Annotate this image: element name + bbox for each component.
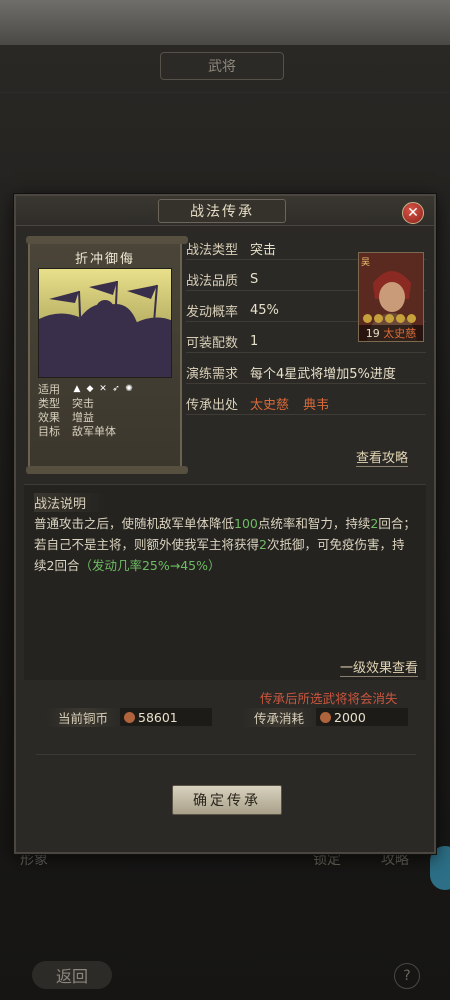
warning-text: 传承后所选武将将会消失 (260, 691, 398, 706)
description-panel: 战法说明 普通攻击之后，使随机敌军单体降低100点统率和智力，持续2回合；若自己… (24, 484, 426, 680)
help-icon[interactable]: ? (394, 963, 420, 989)
general-portrait[interactable]: 吴 19 太史慈 (358, 252, 424, 342)
stat-row-applicable: 适用 ▲ ◆ ✕ ➶ ✺ (38, 382, 172, 396)
desc-text: 点统率和智力，持续 (257, 516, 371, 531)
info-label: 战法品质 (186, 274, 239, 289)
stat-row-target: 目标 敌军单体 (38, 424, 172, 438)
arrow-icon: ➶ (112, 384, 120, 394)
skill-name: 折冲御侮 (74, 252, 135, 267)
general-level: 19 (365, 327, 380, 340)
info-label: 发动概率 (186, 305, 239, 320)
star-icon (374, 314, 383, 323)
star-icon (385, 314, 394, 323)
shield-icon: ◆ (86, 384, 94, 394)
copper-label: 当前铜币 (46, 707, 120, 727)
general-level-label: 19 太史慈 (359, 325, 423, 341)
stat-row-effect: 效果 增益 (38, 410, 172, 424)
cost-label: 传承消耗 (242, 707, 316, 727)
info-row-training: 演练需求 每个4星武将增加5%进度 (186, 362, 426, 384)
dialog-title: 战法传承 (158, 199, 286, 223)
source-general-link[interactable]: 太史慈 (250, 398, 289, 413)
info-value: 太史慈 典韦 (246, 394, 426, 413)
scroll-rod-bottom (26, 466, 188, 474)
desc-number: 2 (259, 537, 267, 552)
star-icon (363, 314, 372, 323)
general-name: 太史慈 (383, 327, 417, 340)
view-guide-link[interactable]: 查看攻略 (356, 447, 409, 467)
level-one-effect-link[interactable]: 一级效果查看 (340, 657, 419, 677)
troop-type-icons: ▲ ◆ ✕ ➶ ✺ (72, 384, 134, 394)
divider (0, 92, 450, 93)
current-copper-row: 当前铜币 58601 (46, 707, 212, 727)
copper-value: 58601 (120, 708, 212, 726)
copper-coin-icon (320, 711, 331, 723)
wheel-icon: ✺ (125, 384, 133, 394)
desc-text: 普通攻击之后，使随机敌军单体降低 (34, 516, 235, 531)
info-row-source: 传承出处 太史慈 典韦 (186, 393, 426, 415)
confirm-inherit-button[interactable]: 确定传承 (172, 785, 282, 815)
info-label: 传承出处 (186, 398, 239, 413)
page-title: 武将 (160, 52, 284, 80)
stat-row-type: 类型 突击 (38, 396, 172, 410)
top-bar (0, 0, 450, 45)
copper-coin-icon (124, 711, 135, 723)
source-general-link[interactable]: 典韦 (303, 398, 329, 413)
stat-label: 目标 (38, 425, 60, 438)
crossed-swords-icon: ✕ (99, 384, 107, 394)
faction-tag: 吴 (361, 258, 371, 268)
copper-amount: 58601 (138, 709, 178, 725)
info-label: 演练需求 (186, 367, 239, 382)
desc-probability-note: （发动几率25%→45%） (79, 558, 221, 573)
skill-stats: 适用 ▲ ◆ ✕ ➶ ✺ 类型 突击 效果 增益 目标 敌军单体 (38, 382, 172, 438)
scroll-rod-top (26, 236, 188, 244)
star-icon (407, 314, 416, 323)
desc-number: 100 (234, 516, 258, 531)
back-button[interactable]: 返回 (32, 961, 112, 989)
star-icon (396, 314, 405, 323)
star-rating (363, 314, 416, 323)
close-button[interactable]: ✕ (402, 202, 424, 224)
description-title: 战法说明 (34, 493, 107, 512)
description-body: 普通攻击之后，使随机敌军单体降低100点统率和智力，持续2回合；若自己不是主将，… (34, 513, 416, 576)
inherit-cost-row: 传承消耗 2000 (242, 707, 408, 727)
cost-value: 2000 (316, 708, 408, 726)
info-value: 每个4星武将增加5%进度 (250, 367, 396, 382)
divider (36, 754, 416, 755)
cost-amount: 2000 (334, 709, 366, 725)
skill-inherit-dialog: 战法传承 ✕ 折冲御侮 适用 ▲ ◆ ✕ ➶ ✺ 类型 突击 效果 增益 目标 … (14, 194, 436, 854)
stat-value: 敌军单体 (72, 425, 116, 438)
cavalry-icon: ▲ (73, 384, 81, 394)
skill-artwork (38, 268, 172, 378)
skill-card: 折冲御侮 适用 ▲ ◆ ✕ ➶ ✺ 类型 突击 效果 增益 目标 敌军单体 (26, 236, 188, 474)
info-label: 战法类型 (186, 243, 239, 258)
info-label: 可装配数 (186, 336, 239, 351)
